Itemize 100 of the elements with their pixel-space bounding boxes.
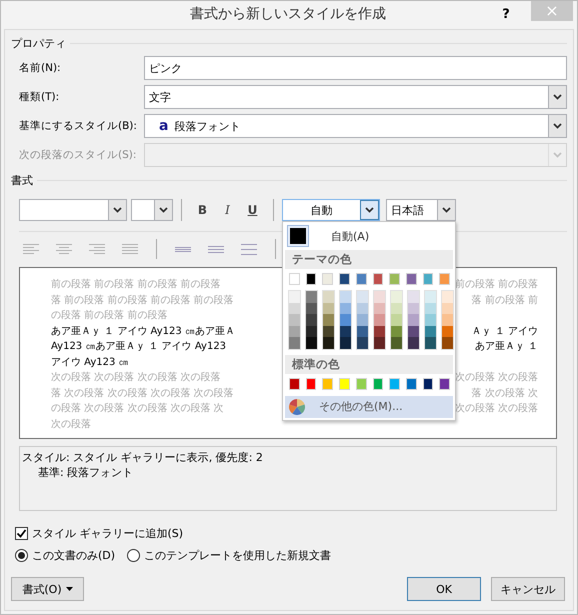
color-wheel-icon	[289, 398, 305, 415]
color-swatch[interactable]	[374, 314, 385, 326]
text-field[interactable]: ピンク	[144, 56, 567, 80]
color-swatch[interactable]	[306, 273, 316, 285]
color-swatch[interactable]	[323, 326, 334, 338]
color-swatch[interactable]	[442, 314, 453, 326]
color-swatch[interactable]	[357, 314, 368, 326]
color-swatch[interactable]	[322, 378, 334, 390]
color-swatch[interactable]	[391, 326, 402, 338]
font-dropdown[interactable]	[19, 199, 127, 221]
size-dropdown[interactable]	[131, 199, 173, 221]
color-swatch[interactable]	[340, 291, 351, 303]
preview-text: 前の段落 前の段落 前の段落 前の段落	[51, 278, 221, 292]
color-swatch[interactable]	[422, 378, 434, 390]
italic-button[interactable]: I	[215, 199, 240, 221]
color-swatch[interactable]	[408, 302, 419, 314]
color-swatch[interactable]	[306, 314, 317, 326]
more-colors-item[interactable]: その他の色(M)...	[285, 396, 453, 418]
color-swatch[interactable]	[391, 291, 402, 303]
color-swatch[interactable]	[289, 273, 300, 285]
color-swatch[interactable]	[356, 378, 367, 390]
color-swatch[interactable]	[422, 273, 434, 285]
color-swatch[interactable]	[442, 326, 453, 338]
color-swatch[interactable]	[289, 378, 300, 390]
caret-icon	[66, 587, 73, 591]
color-swatch[interactable]	[340, 337, 351, 349]
color-swatch[interactable]	[442, 337, 453, 349]
color-swatch[interactable]	[425, 291, 436, 303]
color-swatch[interactable]	[356, 273, 367, 285]
ok-button[interactable]: OK	[407, 577, 481, 601]
color-swatch[interactable]	[306, 337, 317, 349]
color-swatch[interactable]	[439, 378, 450, 390]
color-swatch[interactable]	[340, 302, 351, 314]
color-swatch[interactable]	[323, 302, 334, 314]
color-swatch[interactable]	[374, 337, 385, 349]
dropdown[interactable]	[144, 143, 567, 167]
color-swatch[interactable]	[408, 337, 419, 349]
color-swatch[interactable]	[323, 291, 334, 303]
chevron-icon	[553, 152, 562, 158]
color-swatch[interactable]	[389, 378, 400, 390]
color-swatch[interactable]	[389, 273, 400, 285]
checkbox[interactable]	[15, 526, 28, 540]
color-swatch[interactable]	[391, 314, 402, 326]
color-swatch[interactable]	[339, 378, 350, 390]
color-swatch[interactable]	[425, 302, 436, 314]
color-swatch[interactable]	[306, 291, 317, 303]
color-swatch[interactable]	[287, 225, 309, 247]
help-button[interactable]: ?	[495, 3, 517, 25]
color-swatch[interactable]	[391, 337, 402, 349]
color-swatch[interactable]	[439, 273, 450, 285]
underline-button[interactable]: U	[240, 199, 265, 221]
color-swatch[interactable]	[406, 378, 417, 390]
radio-button[interactable]	[15, 548, 28, 562]
language-dropdown[interactable]: 日本語	[386, 199, 456, 221]
color-swatch[interactable]	[372, 378, 384, 390]
color-swatch[interactable]	[323, 337, 334, 349]
radio-label: この文書のみ(D)	[32, 548, 116, 562]
color-swatch[interactable]	[408, 291, 419, 303]
color-swatch[interactable]	[306, 378, 316, 390]
color-swatch[interactable]	[374, 291, 385, 303]
color-swatch[interactable]	[289, 302, 300, 314]
color-swatch[interactable]	[357, 291, 368, 303]
color-swatch[interactable]	[289, 337, 300, 349]
color-swatch[interactable]	[340, 314, 351, 326]
color-swatch[interactable]	[406, 273, 417, 285]
color-swatch[interactable]	[306, 302, 317, 314]
color-swatch[interactable]	[289, 314, 300, 326]
font-color-dropdown[interactable]: 自動	[282, 199, 380, 221]
preview-text: あア亜Ａｙ １ アイウ Ay123 ㎝あア亜Ａ	[51, 324, 235, 338]
color-swatch[interactable]	[391, 302, 402, 314]
preview-text: の段落 次の段落 次の段落 次の段落 次	[51, 402, 224, 416]
color-swatch[interactable]	[289, 291, 300, 303]
color-swatch[interactable]	[442, 302, 453, 314]
color-swatch[interactable]	[357, 326, 368, 338]
color-swatch[interactable]	[339, 273, 350, 285]
color-swatch[interactable]	[289, 326, 300, 338]
color-swatch[interactable]	[425, 326, 436, 338]
bold-button[interactable]: B	[190, 199, 215, 221]
color-swatch[interactable]	[322, 273, 334, 285]
color-swatch[interactable]	[372, 273, 384, 285]
menu-heading: 標準の色	[285, 354, 453, 374]
color-swatch[interactable]	[374, 326, 385, 338]
color-swatch[interactable]	[323, 314, 334, 326]
color-swatch[interactable]	[442, 291, 453, 303]
color-swatch[interactable]	[357, 302, 368, 314]
color-swatch[interactable]	[306, 326, 317, 338]
cancel-button[interactable]: キャンセル	[491, 577, 565, 601]
color-swatch[interactable]	[425, 314, 436, 326]
color-swatch[interactable]	[408, 314, 419, 326]
color-swatch[interactable]	[408, 326, 419, 338]
dropdown[interactable]: 文字	[144, 85, 567, 109]
format-menu-button[interactable]: 書式(O)	[11, 577, 84, 601]
color-swatch[interactable]	[425, 337, 436, 349]
color-swatch[interactable]	[357, 337, 368, 349]
menu-item[interactable]: 自動(A)	[331, 228, 370, 244]
align-center-icon	[56, 243, 72, 255]
color-swatch[interactable]	[340, 326, 351, 338]
radio-button[interactable]	[127, 548, 140, 562]
color-swatch[interactable]	[374, 302, 385, 314]
dropdown[interactable]: a 段落フォント	[144, 114, 567, 138]
